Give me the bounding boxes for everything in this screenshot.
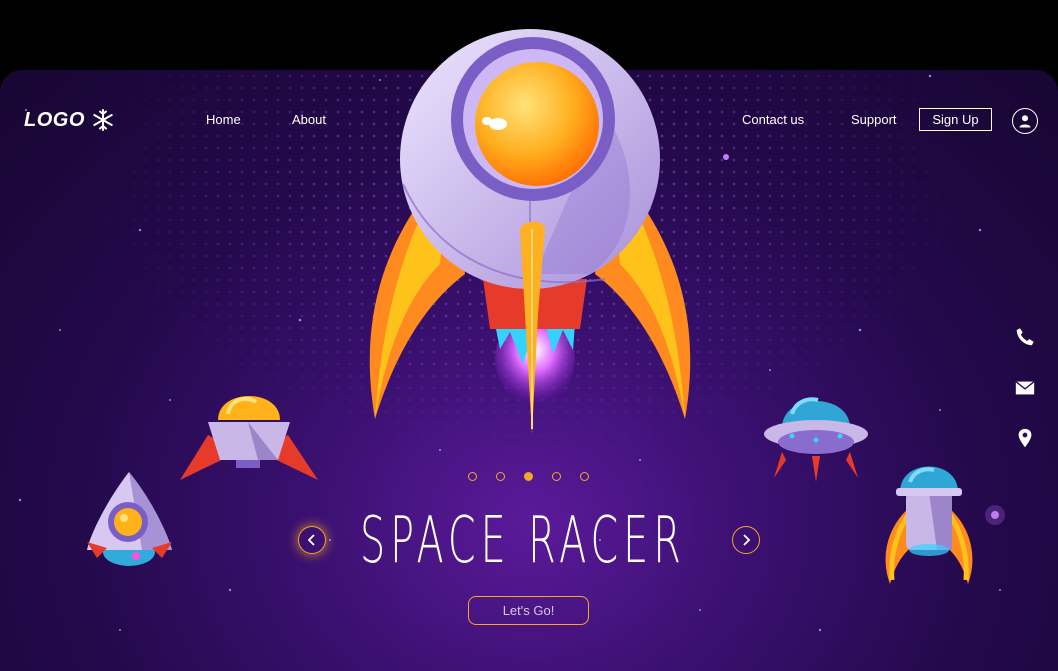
snowflake-icon <box>93 109 113 131</box>
logo[interactable]: LOGO <box>24 108 115 132</box>
carousel-dot-5[interactable] <box>580 472 589 481</box>
nav-home[interactable]: Home <box>206 112 241 127</box>
phone-icon[interactable] <box>1014 326 1036 348</box>
lets-go-button[interactable]: Let's Go! <box>468 596 589 625</box>
user-icon <box>1019 115 1031 128</box>
small-rocket-far-right-illustration <box>885 466 973 584</box>
main-rocket-illustration <box>369 29 691 434</box>
ufo-right-illustration <box>764 397 868 482</box>
chevron-left-icon <box>307 534 315 546</box>
nav-about[interactable]: About <box>292 112 326 127</box>
small-ship-left-illustration <box>180 396 318 480</box>
next-slide-button[interactable] <box>732 526 760 554</box>
carousel-dot-1[interactable] <box>468 472 477 481</box>
small-rocket-far-left-illustration <box>87 472 172 566</box>
location-icon[interactable] <box>1014 427 1036 449</box>
carousel-dot-2[interactable] <box>496 472 505 481</box>
sign-up-button[interactable]: Sign Up <box>919 108 992 131</box>
nav-contact-us[interactable]: Contact us <box>742 112 804 127</box>
nav-support[interactable]: Support <box>851 112 897 127</box>
chevron-right-icon <box>743 534 751 546</box>
carousel-dot-4[interactable] <box>552 472 561 481</box>
mail-icon[interactable] <box>1014 377 1036 399</box>
game-title: SPACE RACER <box>360 504 686 578</box>
logo-text: LOGO <box>24 108 85 131</box>
user-account-button[interactable] <box>1012 108 1038 134</box>
previous-slide-button[interactable] <box>298 526 326 554</box>
carousel-dot-3[interactable] <box>524 472 533 481</box>
